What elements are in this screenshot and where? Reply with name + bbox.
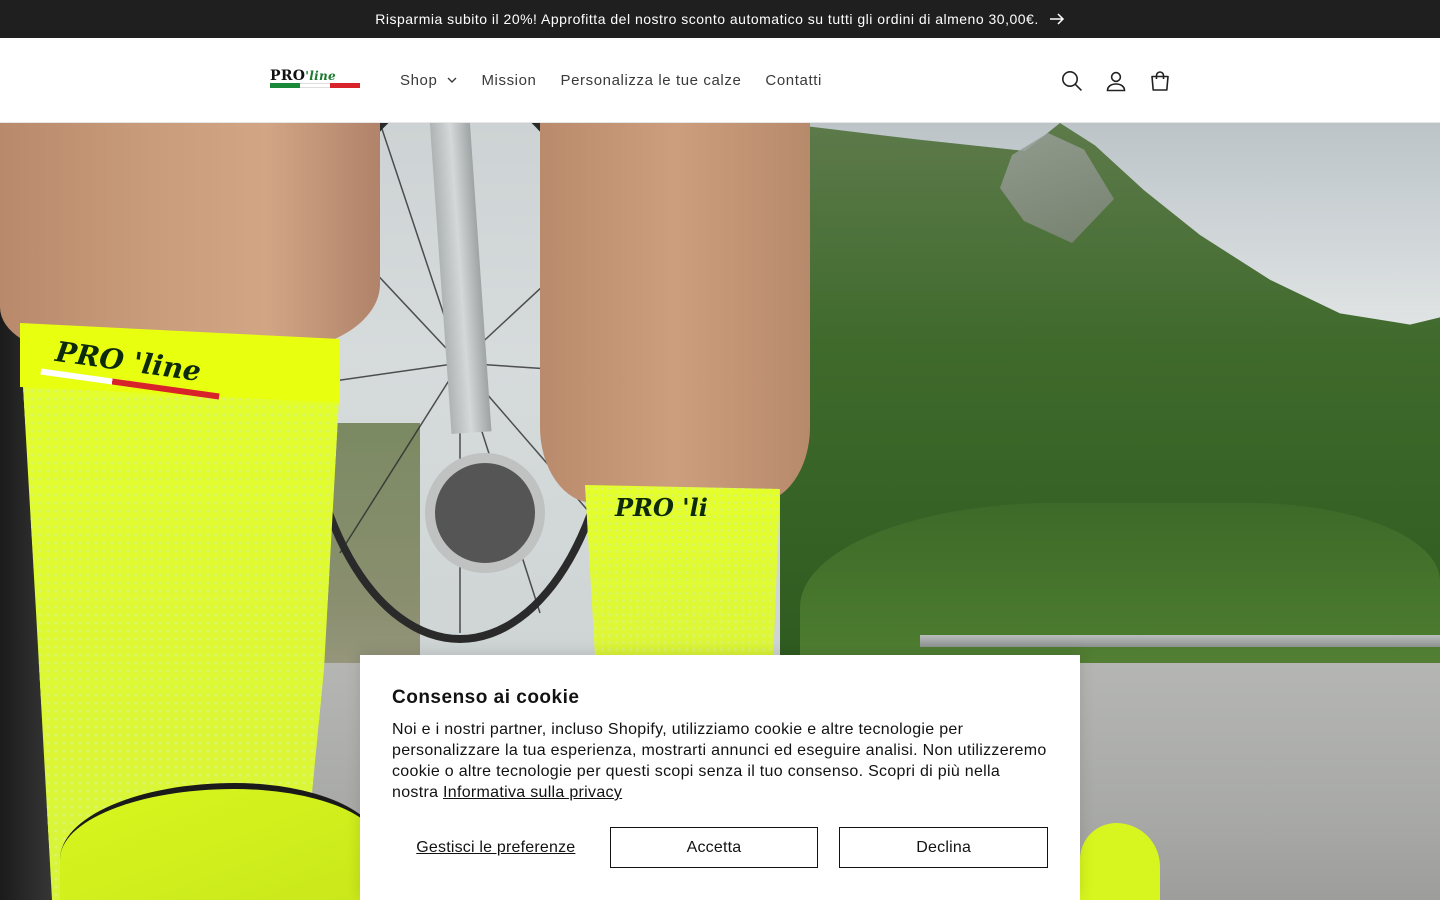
hero-right-leg — [540, 123, 810, 503]
chevron-down-icon — [447, 77, 457, 84]
nav-item-personalizza[interactable]: Personalizza le tue calze — [560, 72, 741, 89]
hero-guardrail — [920, 635, 1440, 647]
site-header: PRO'line Shop Mission Personalizza le tu… — [0, 38, 1440, 123]
privacy-policy-link[interactable]: Informativa sulla privacy — [443, 784, 622, 801]
flag-white — [300, 83, 330, 88]
nav-item-mission[interactable]: Mission — [481, 72, 536, 89]
hero-brake-disc — [425, 453, 545, 573]
logo-flag-stripe — [270, 83, 360, 88]
manage-preferences-button[interactable]: Gestisci le preferenze — [392, 827, 600, 868]
sock-right-brand: PRO 'li — [615, 493, 708, 522]
search-icon[interactable] — [1050, 59, 1094, 103]
cookie-actions: Gestisci le preferenze Accetta Declina — [392, 827, 1048, 868]
hero-left-leg — [0, 123, 380, 353]
cart-icon[interactable] — [1138, 59, 1182, 103]
cookie-consent-banner: Consenso ai cookie Noi e i nostri partne… — [360, 655, 1080, 900]
account-icon[interactable] — [1094, 59, 1138, 103]
accept-button[interactable]: Accetta — [609, 827, 819, 868]
arrow-right-icon[interactable] — [1049, 13, 1065, 25]
announcement-text[interactable]: Risparmia subito il 20%! Approfitta del … — [375, 11, 1038, 27]
flag-green — [270, 83, 300, 88]
nav-item-label: Mission — [481, 72, 537, 89]
logo-wordmark: PRO'line — [270, 68, 336, 84]
nav-item-label: Contatti — [765, 72, 822, 89]
nav-item-label: Shop — [400, 72, 438, 89]
nav-item-shop[interactable]: Shop — [400, 72, 457, 89]
logo-brand: PRO — [270, 68, 306, 84]
main-nav: Shop Mission Personalizza le tue calze C… — [400, 38, 846, 123]
cookie-title: Consenso ai cookie — [392, 687, 580, 708]
cookie-body: Noi e i nostri partner, incluso Shopify,… — [392, 719, 1048, 803]
decline-button[interactable]: Declina — [839, 827, 1048, 868]
flag-red — [330, 83, 360, 88]
header-icons — [1050, 38, 1182, 123]
logo-brand-suffix: 'line — [305, 69, 336, 83]
nav-item-contatti[interactable]: Contatti — [765, 72, 822, 89]
announcement-bar[interactable]: Risparmia subito il 20%! Approfitta del … — [0, 0, 1440, 38]
brand-logo[interactable]: PRO'line — [270, 68, 362, 92]
nav-item-label: Personalizza le tue calze — [560, 72, 742, 89]
